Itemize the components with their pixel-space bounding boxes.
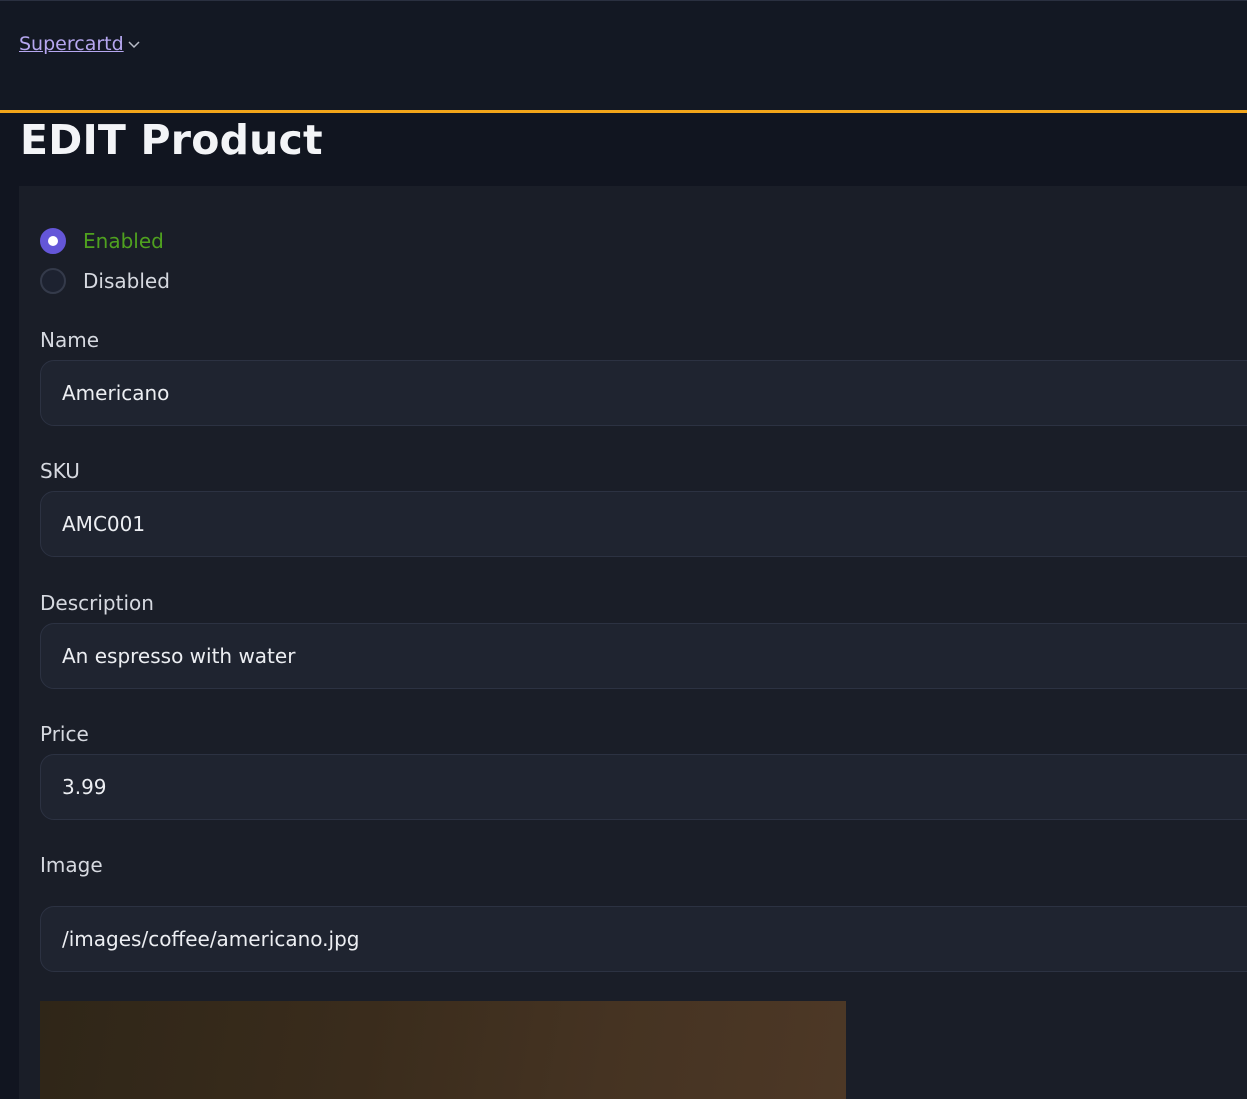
description-label: Description [40, 591, 154, 615]
top-navbar: Supercartd [0, 0, 1247, 110]
enabled-label: Enabled [83, 229, 164, 253]
product-image-preview [40, 1001, 846, 1099]
enabled-radio[interactable] [40, 228, 66, 254]
description-input[interactable] [40, 623, 1247, 689]
brand-dropdown[interactable]: Supercartd [19, 33, 142, 55]
sku-label: SKU [40, 459, 80, 483]
radio-dot [48, 236, 58, 246]
status-disabled-option[interactable]: Disabled [40, 268, 170, 294]
price-label: Price [40, 722, 89, 746]
price-input[interactable] [40, 754, 1247, 820]
image-path-input[interactable] [40, 906, 1247, 972]
chevron-down-icon [128, 41, 140, 49]
name-label: Name [40, 328, 100, 352]
status-enabled-option[interactable]: Enabled [40, 228, 164, 254]
name-input[interactable] [40, 360, 1247, 426]
disabled-radio[interactable] [40, 268, 66, 294]
disabled-label: Disabled [83, 269, 170, 293]
page-title: EDIT Product [20, 116, 323, 164]
sku-input[interactable] [40, 491, 1247, 557]
brand-link[interactable]: Supercartd [19, 33, 124, 55]
edit-product-form: Enabled Disabled Name SKU Description Pr… [19, 186, 1247, 1099]
image-label: Image [40, 853, 103, 877]
accent-divider [0, 110, 1247, 113]
